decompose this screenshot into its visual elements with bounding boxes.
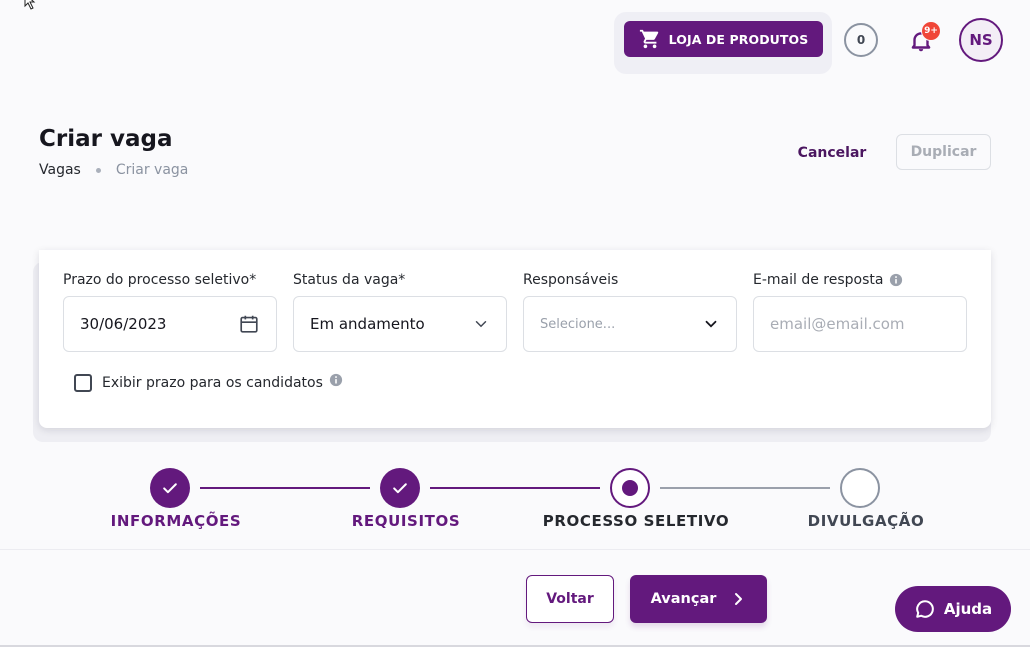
points-counter[interactable]: 0 (844, 23, 878, 57)
chat-bubble-icon (916, 600, 934, 618)
status-label: Status da vaga* (293, 272, 405, 288)
step-connector-1 (200, 487, 370, 489)
help-button-label: Ajuda (943, 600, 993, 618)
help-button[interactable]: Ajuda (895, 586, 1011, 632)
mouse-cursor-icon (24, 0, 36, 10)
shopping-cart-icon (639, 29, 658, 49)
step-connector-3 (660, 487, 830, 489)
owners-label-text: Responsáveis (523, 272, 619, 288)
notification-badge: 9+ (921, 21, 941, 41)
owners-placeholder: Selecione... (540, 316, 616, 332)
store-button-label: LOJA DE PRODUTOS (668, 31, 809, 47)
step-2-circle[interactable] (380, 468, 420, 508)
step-3-circle[interactable] (610, 468, 650, 508)
show-deadline-checkbox[interactable] (74, 374, 92, 392)
info-icon[interactable] (329, 373, 343, 387)
breadcrumb: Vagas Criar vaga (39, 162, 188, 178)
step-3-label: PROCESSO SELETIVO (542, 512, 730, 530)
cancel-button[interactable]: Cancelar (792, 136, 872, 170)
current-step-dot (622, 480, 638, 496)
deadline-date-field[interactable]: 30/06/2023 (63, 296, 277, 352)
deadline-label-text: Prazo do processo seletivo* (63, 272, 257, 288)
step-1-label: INFORMAÇÕES (110, 512, 242, 530)
breadcrumb-current: Criar vaga (115, 162, 189, 178)
deadline-label: Prazo do processo seletivo* (63, 272, 256, 288)
back-button[interactable]: Voltar (526, 575, 614, 623)
step-2-label: REQUISITOS (351, 512, 461, 530)
reply-email-input[interactable]: email@email.com (753, 296, 967, 352)
reply-email-label: E-mail de resposta (753, 272, 903, 288)
show-deadline-option: Exibir prazo para os candidatos (74, 373, 343, 392)
step-1-circle[interactable] (150, 468, 190, 508)
calendar-icon[interactable] (238, 313, 260, 335)
reply-email-placeholder: email@email.com (770, 315, 905, 333)
breadcrumb-separator (95, 167, 101, 173)
step-4-circle[interactable] (840, 468, 880, 508)
owners-label: Responsáveis (523, 272, 618, 288)
page-title: Criar vaga (39, 126, 173, 152)
check-icon (163, 483, 177, 494)
chevron-right-icon (735, 593, 743, 605)
reply-email-label-text: E-mail de resposta (753, 272, 884, 288)
status-value: Em andamento (310, 315, 425, 333)
chevron-down-icon (475, 321, 487, 328)
check-icon (393, 483, 407, 494)
step-connector-2 (430, 487, 600, 489)
footer-divider (0, 549, 1030, 550)
chevron-down-icon (705, 320, 717, 328)
next-button[interactable]: Avançar (630, 575, 767, 623)
store-button[interactable]: LOJA DE PRODUTOS (624, 21, 823, 57)
status-select[interactable]: Em andamento (293, 296, 507, 352)
avatar[interactable]: NS (959, 18, 1003, 62)
info-icon[interactable] (889, 273, 903, 287)
status-label-text: Status da vaga* (293, 272, 406, 288)
step-4-label: DIVULGAÇÃO (807, 512, 925, 530)
show-deadline-label: Exibir prazo para os candidatos (102, 375, 323, 391)
next-button-label: Avançar (650, 591, 717, 607)
owners-select[interactable]: Selecione... (523, 296, 737, 352)
deadline-value: 30/06/2023 (80, 315, 167, 333)
breadcrumb-vagas[interactable]: Vagas (39, 162, 81, 178)
duplicate-button[interactable]: Duplicar (896, 134, 991, 170)
